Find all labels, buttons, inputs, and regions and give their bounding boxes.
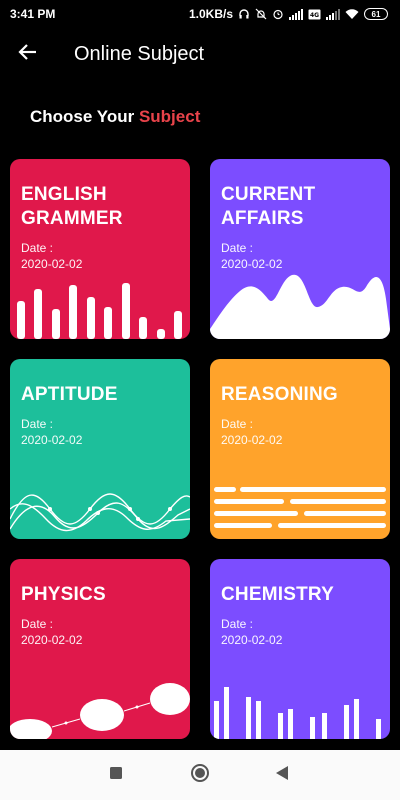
subject-title: PHYSICS — [21, 583, 106, 607]
status-bar: 3:41 PM 1.0KB/s 4G 61 — [0, 0, 400, 28]
subject-title: REASONING — [221, 383, 338, 407]
back-button[interactable] — [0, 28, 56, 80]
subject-title-line1: ENGLISH — [21, 184, 107, 205]
subject-title-line1: PHYSICS — [21, 584, 106, 605]
subject-card-reasoning[interactable]: REASONING Date : 2020-02-02 — [210, 359, 390, 539]
date-label: Date : — [221, 241, 254, 255]
mute-icon — [255, 8, 267, 20]
signal-icon — [289, 8, 303, 20]
sine-waves-illustration — [10, 493, 190, 532]
volte-icon: 4G — [308, 9, 321, 20]
subject-title: CHEMISTRY — [221, 583, 334, 607]
system-nav-bar — [0, 750, 400, 800]
network-speed: 1.0KB/s — [188, 7, 233, 21]
date-value: 2020-02-02 — [21, 433, 83, 447]
heading-prefix: Choose Your — [30, 107, 135, 126]
square-icon — [110, 766, 122, 784]
circles-illustration — [10, 683, 190, 739]
subject-title-line2: GRAMMER — [21, 208, 123, 229]
date-label: Date : — [21, 241, 54, 255]
subject-title-line2: AFFAIRS — [221, 208, 304, 229]
signal-2-icon — [326, 8, 340, 20]
heading-accent: Subject — [138, 107, 201, 126]
subject-title: CURRENT AFFAIRS — [221, 183, 315, 231]
date-label: Date : — [221, 617, 254, 631]
wifi-icon — [345, 8, 359, 20]
subject-title-line1: APTITUDE — [21, 384, 118, 405]
subject-card-aptitude[interactable]: APTITUDE Date : 2020-02-02 — [10, 359, 190, 539]
triangle-back-icon — [276, 765, 288, 785]
subject-title-line1: CHEMISTRY — [221, 584, 334, 605]
headphones-icon — [238, 8, 250, 20]
arrow-left-icon — [18, 43, 38, 66]
section-heading: Choose Your Subject — [30, 107, 200, 127]
status-time: 3:41 PM — [10, 7, 56, 21]
date-value: 2020-02-02 — [21, 257, 83, 271]
date-value: 2020-02-02 — [221, 433, 283, 447]
date-label: Date : — [21, 617, 54, 631]
bars-illustration — [17, 283, 182, 339]
text-lines-illustration — [214, 487, 386, 528]
home-button[interactable] — [188, 763, 212, 787]
alarm-icon — [272, 8, 284, 20]
recent-apps-button[interactable] — [106, 765, 126, 785]
subject-title: ENGLISH GRAMMER — [21, 183, 123, 231]
nav-back-button[interactable] — [272, 765, 292, 785]
battery-icon: 61 — [364, 8, 388, 20]
svg-text:4G: 4G — [310, 12, 319, 19]
subject-card-current-affairs[interactable]: CURRENT AFFAIRS Date : 2020-02-02 — [210, 159, 390, 339]
thin-bars-illustration — [214, 687, 381, 739]
app-bar: Online Subject — [0, 28, 400, 80]
battery-level: 61 — [371, 9, 381, 19]
date-value: 2020-02-02 — [221, 633, 283, 647]
date-value: 2020-02-02 — [21, 633, 83, 647]
wave-area-illustration — [210, 274, 390, 339]
subject-title-line1: REASONING — [221, 384, 338, 405]
subject-card-physics[interactable]: PHYSICS Date : 2020-02-02 — [10, 559, 190, 739]
subject-card-english-grammer[interactable]: ENGLISH GRAMMER Date : 2020-02-02 — [10, 159, 190, 339]
subject-title: APTITUDE — [21, 383, 118, 407]
subject-card-chemistry[interactable]: CHEMISTRY Date : 2020-02-02 — [210, 559, 390, 739]
status-icons: 1.0KB/s 4G 61 — [189, 7, 388, 21]
date-label: Date : — [21, 417, 54, 431]
subject-title-line1: CURRENT — [221, 184, 316, 205]
date-label: Date : — [221, 417, 254, 431]
page-title: Online Subject — [74, 42, 205, 65]
circle-icon — [190, 763, 210, 788]
